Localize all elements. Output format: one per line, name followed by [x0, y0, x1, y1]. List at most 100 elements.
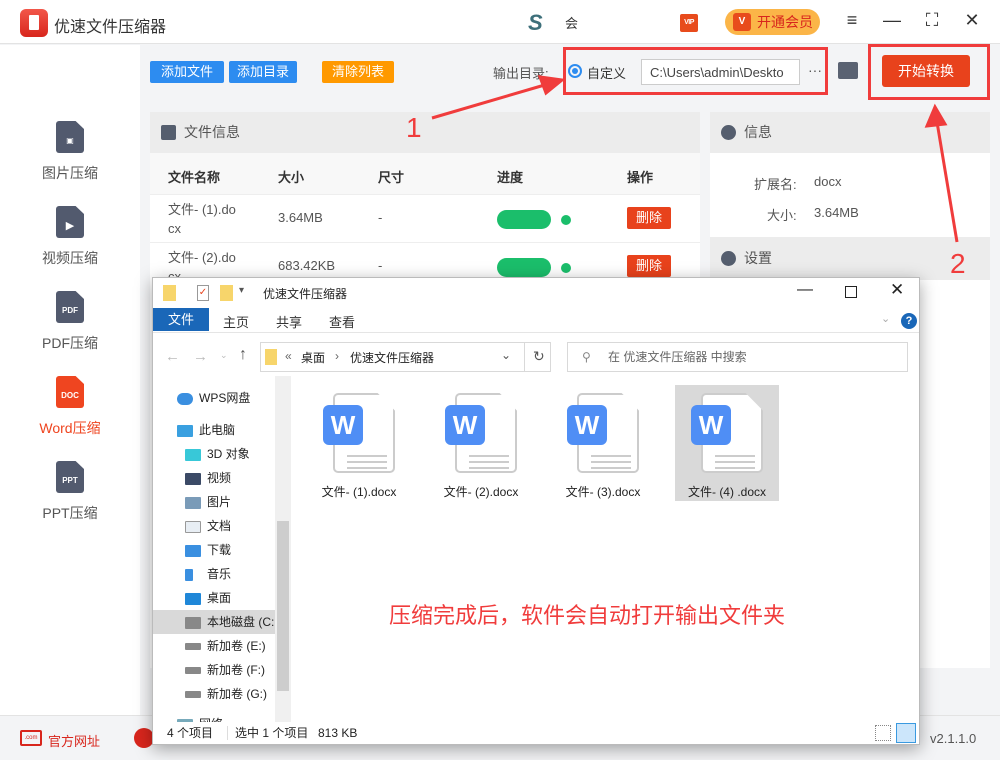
breadcrumb-separator: › [335, 349, 339, 363]
tree-item-icon [185, 544, 201, 557]
new-folder-icon[interactable] [220, 285, 233, 301]
tree-item-label: 3D 对象 [207, 447, 250, 461]
tab-home[interactable]: 主页 [223, 312, 249, 331]
up-icon[interactable]: ↑ [239, 346, 247, 364]
tree-item-downloads[interactable]: 下载 [185, 538, 289, 562]
doc-file-icon: DOC [56, 376, 84, 408]
tree-item-icon [185, 472, 201, 485]
tree-item-icon [185, 520, 201, 533]
annotation-number-1: 1 [406, 112, 422, 143]
tree-item-3d[interactable]: 3D 对象 [185, 442, 289, 466]
sidebar-item-ppt[interactable]: PPT PPT压缩 [0, 461, 140, 523]
back-icon[interactable]: ← [165, 348, 180, 365]
file-item[interactable]: W 文件- (3).docx [551, 385, 655, 501]
tree-item-icon [177, 392, 193, 405]
tree-item-label: 视频 [207, 471, 232, 485]
chevron-down-icon[interactable]: ⌄ [881, 312, 890, 325]
refresh-icon[interactable]: ↻ [533, 348, 545, 365]
file-item-name: 文件- (4) .docx [687, 485, 766, 499]
document-lines-icon [591, 455, 631, 457]
scrollbar-thumb[interactable] [277, 521, 289, 691]
tree-item-icon [185, 667, 201, 675]
tree-item-icon [185, 496, 201, 509]
tree-item-icon [185, 643, 201, 651]
breadcrumb-desktop[interactable]: 桌面 [301, 349, 325, 366]
tree-item-music[interactable]: 音乐 [185, 562, 289, 586]
tree-item-desktop[interactable]: 桌面 [185, 586, 289, 610]
tree-item-label: 本地磁盘 (C: [207, 615, 275, 629]
folder-icon [163, 285, 176, 301]
divider [227, 726, 228, 740]
tree-item-icon [185, 691, 201, 699]
properties-icon[interactable]: ✓ [197, 285, 209, 301]
tree-item-icon [177, 424, 193, 437]
selected-size: 813 KB [318, 726, 358, 740]
sidebar-item-word[interactable]: DOC Word压缩 [0, 376, 140, 438]
file-item-selected[interactable]: W 文件- (4) .docx [675, 385, 779, 501]
wps-word-icon: W [691, 405, 731, 445]
tree-item-label: 新加卷 (F:) [207, 663, 265, 677]
sidebar-item-pdf[interactable]: PDF PDF压缩 [0, 291, 140, 353]
annotation-message: 压缩完成后，软件会自动打开输出文件夹 [389, 603, 786, 628]
tree-item-drive-f[interactable]: 新加卷 (F:) [185, 658, 289, 682]
wps-word-icon: W [567, 405, 607, 445]
tree-item-icon [185, 592, 201, 605]
tree-item-label: 音乐 [207, 567, 232, 581]
tree-item-icon [185, 448, 201, 461]
version-label: v2.1.1.0 [930, 731, 977, 746]
file-item[interactable]: W 文件- (2).docx [429, 385, 533, 501]
file-item-name: 文件- (2).docx [443, 485, 519, 499]
recent-icon[interactable]: ⌄ [220, 350, 228, 361]
file-item-name: 文件- (3).docx [565, 485, 641, 499]
tree-item-icon [185, 616, 201, 629]
tree-item-label: WPS网盘 [199, 391, 251, 405]
tree-item-drive-e[interactable]: 新加卷 (E:) [185, 634, 289, 658]
search-placeholder: 在 优速文件压缩器 中搜索 [608, 350, 747, 364]
support-icon[interactable] [134, 728, 154, 748]
file-item[interactable]: W 文件- (1).docx [307, 385, 411, 501]
tree-item-documents[interactable]: 文档 [185, 514, 289, 538]
item-count: 4 个项目 [167, 726, 214, 740]
arrow-1 [431, 82, 549, 120]
tree-item-network[interactable]: 网络 [177, 712, 287, 722]
tree-item-drive-g[interactable]: 新加卷 (G:) [185, 682, 289, 706]
tree-item-icon [185, 568, 193, 581]
search-icon: ⚲ [582, 350, 591, 364]
folder-icon [265, 349, 277, 365]
status-bar: 4 个项目 选中 1 个项目 813 KB [153, 722, 919, 744]
annotation-arrows [431, 75, 959, 243]
tree-item-this-pc[interactable]: 此电脑 [177, 418, 287, 442]
breadcrumb-current[interactable]: 优速文件压缩器 [350, 349, 434, 366]
tree-item-label: 文档 [207, 519, 232, 533]
ppt-file-icon: PPT [56, 461, 84, 493]
tree-item-pictures[interactable]: 图片 [185, 490, 289, 514]
chevron-down-icon[interactable]: ⌄ [501, 348, 511, 362]
document-lines-icon [715, 455, 755, 457]
close-button[interactable]: ✕ [890, 280, 904, 300]
search-input[interactable]: ⚲ 在 优速文件压缩器 中搜索 [567, 342, 908, 372]
details-view-icon[interactable] [875, 725, 891, 741]
tab-share[interactable]: 共享 [276, 312, 302, 331]
explorer-title: 优速文件压缩器 [263, 287, 348, 301]
tree-item-label: 桌面 [207, 591, 232, 605]
file-explorer-window: ✓ ▾ 优速文件压缩器 — ✕ 文件 主页 共享 查看 ⌄ ? ← → ⌄ ↑ … [152, 277, 920, 745]
minimize-button[interactable]: — [797, 281, 813, 299]
tree-item-wps[interactable]: WPS网盘 [177, 386, 287, 410]
tab-file[interactable]: 文件 [153, 308, 209, 331]
address-bar[interactable]: « 桌面 › 优速文件压缩器 ⌄ ↻ [260, 342, 551, 372]
navigation-tree: WPS网盘 此电脑 3D 对象 视频 图片 文档 下载 音乐 桌面 本地磁盘 (… [153, 386, 291, 722]
breadcrumb-overflow[interactable]: « [285, 349, 292, 363]
tree-item-videos[interactable]: 视频 [185, 466, 289, 490]
file-item-name: 文件- (1).docx [321, 485, 397, 499]
tree-item-local-disk-c[interactable]: 本地磁盘 (C: [153, 610, 275, 634]
annotation-number-2: 2 [950, 248, 966, 279]
tree-item-label: 此电脑 [199, 423, 236, 437]
maximize-button[interactable] [845, 286, 857, 298]
large-icons-view-icon[interactable] [896, 723, 916, 743]
tab-view[interactable]: 查看 [329, 312, 355, 331]
tree-scrollbar[interactable] [275, 376, 291, 722]
website-link[interactable]: 官方网址 [48, 731, 100, 750]
dropdown-icon[interactable]: ▾ [239, 285, 244, 296]
help-icon[interactable]: ? [901, 313, 917, 329]
forward-icon[interactable]: → [193, 348, 208, 365]
